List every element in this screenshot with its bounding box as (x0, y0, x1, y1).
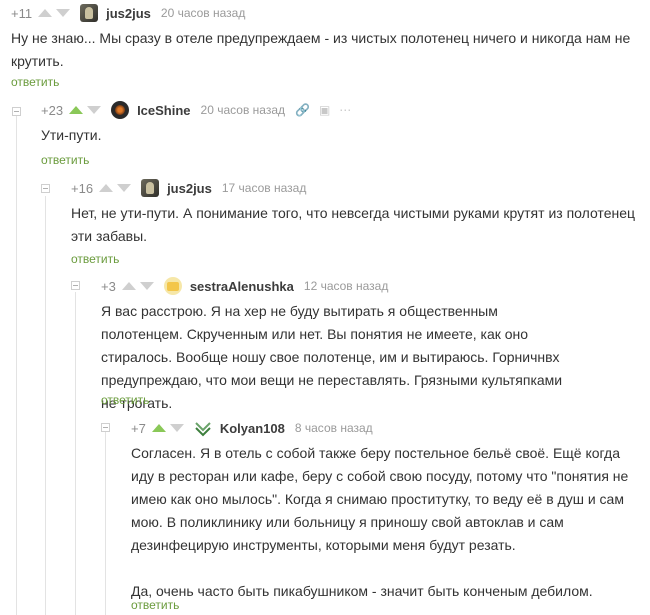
comment-username[interactable]: jus2jus (106, 6, 151, 21)
thread-line (45, 196, 46, 615)
comment-text: Согласен. Я в отель с собой также беру п… (131, 445, 629, 599)
comment-rating: +7 (131, 420, 146, 436)
comment-username[interactable]: Kolyan108 (220, 421, 285, 436)
comment-text: Я вас расстрою. Я на хер не буду вытират… (101, 303, 563, 411)
comment-rating: +3 (101, 278, 116, 294)
comment-username[interactable]: jus2jus (167, 181, 212, 196)
comment-time[interactable]: 8 часов назад (295, 421, 373, 435)
comment-text: Ути-пути. (41, 127, 102, 143)
share-icon[interactable]: ⋯ (339, 103, 351, 117)
collapse-toggle[interactable] (41, 184, 50, 193)
avatar[interactable] (141, 179, 160, 197)
save-icon[interactable]: ▣ (319, 103, 330, 117)
avatar[interactable] (163, 277, 182, 295)
comment-time[interactable]: 20 часов назад (201, 103, 285, 117)
comment-time[interactable]: 17 часов назад (222, 181, 306, 195)
downvote-icon[interactable] (117, 184, 132, 192)
reply-link[interactable]: ответить (71, 252, 119, 266)
reply-link[interactable]: ответить (41, 153, 89, 167)
comment-text: Нет, не ути-пути. А понимание того, что … (71, 205, 636, 244)
upvote-icon[interactable] (99, 184, 114, 192)
upvote-icon[interactable] (38, 9, 53, 17)
thread-line (105, 432, 106, 615)
avatar-logo-icon (195, 422, 211, 437)
comment-time[interactable]: 12 часов назад (304, 279, 388, 293)
comment-text: Ну не знаю... Мы сразу в отеле предупреж… (11, 30, 631, 69)
thread-line (16, 115, 17, 615)
comment-rating: +11 (11, 5, 33, 21)
downvote-icon[interactable] (56, 9, 71, 17)
upvote-icon[interactable] (151, 424, 166, 432)
avatar[interactable] (193, 419, 212, 437)
thread-line (75, 292, 76, 615)
comment-username[interactable]: sestraAlenushka (190, 279, 294, 294)
reply-link[interactable]: ответить (11, 75, 59, 89)
upvote-icon[interactable] (121, 282, 136, 290)
comment-username[interactable]: IceShine (137, 103, 190, 118)
collapse-toggle[interactable] (12, 107, 21, 116)
downvote-icon[interactable] (139, 282, 154, 290)
upvote-icon[interactable] (69, 106, 84, 114)
avatar[interactable] (111, 101, 130, 119)
collapse-toggle[interactable] (71, 281, 80, 290)
comment-rating: +16 (71, 180, 94, 196)
comment-time[interactable]: 20 часов назад (161, 6, 245, 20)
reply-link[interactable]: ответить (101, 393, 149, 407)
downvote-icon[interactable] (87, 106, 102, 114)
link-icon[interactable]: 🔗 (295, 103, 310, 117)
avatar[interactable] (80, 4, 99, 22)
reply-link[interactable]: ответить (131, 598, 179, 612)
comment-rating: +23 (41, 102, 64, 118)
downvote-icon[interactable] (169, 424, 184, 432)
collapse-toggle[interactable] (101, 423, 110, 432)
